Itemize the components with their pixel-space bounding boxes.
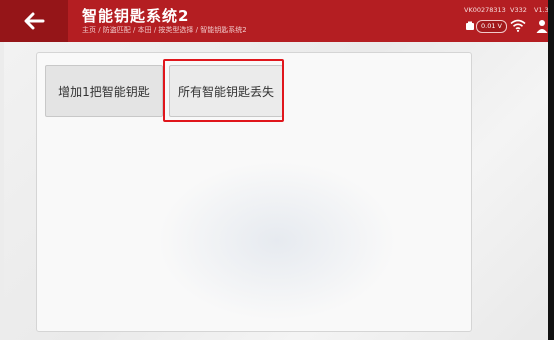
add-smart-key-button[interactable]: 增加1把智能钥匙 <box>45 65 163 117</box>
wifi-icon <box>510 19 526 32</box>
device-bezel <box>548 0 554 340</box>
all-smart-keys-lost-button[interactable]: 所有智能钥匙丢失 <box>169 65 283 117</box>
user-icon[interactable] <box>536 19 548 33</box>
back-button[interactable] <box>0 0 68 42</box>
version-label: V332 <box>510 6 527 14</box>
main-content: 增加1把智能钥匙 所有智能钥匙丢失 <box>4 42 548 340</box>
page-title: 智能钥匙系统2 <box>82 7 190 25</box>
screen-glare <box>157 161 397 321</box>
arrow-left-icon <box>24 12 45 30</box>
voltage-badge: 0.01 V <box>476 20 507 33</box>
header-bar: 智能钥匙系统2 主页 / 防盗匹配 / 本田 / 按类型选择 / 智能钥匙系统2… <box>0 0 548 42</box>
version-label-2: V1.3 <box>534 6 548 14</box>
battery-icon <box>466 21 474 30</box>
app-screen: 智能钥匙系统2 主页 / 防盗匹配 / 本田 / 按类型选择 / 智能钥匙系统2… <box>0 0 548 340</box>
serial-number: VK00278313 <box>464 6 506 14</box>
breadcrumb: 主页 / 防盗匹配 / 本田 / 按类型选择 / 智能钥匙系统2 <box>82 26 247 34</box>
options-panel: 增加1把智能钥匙 所有智能钥匙丢失 <box>36 52 472 332</box>
